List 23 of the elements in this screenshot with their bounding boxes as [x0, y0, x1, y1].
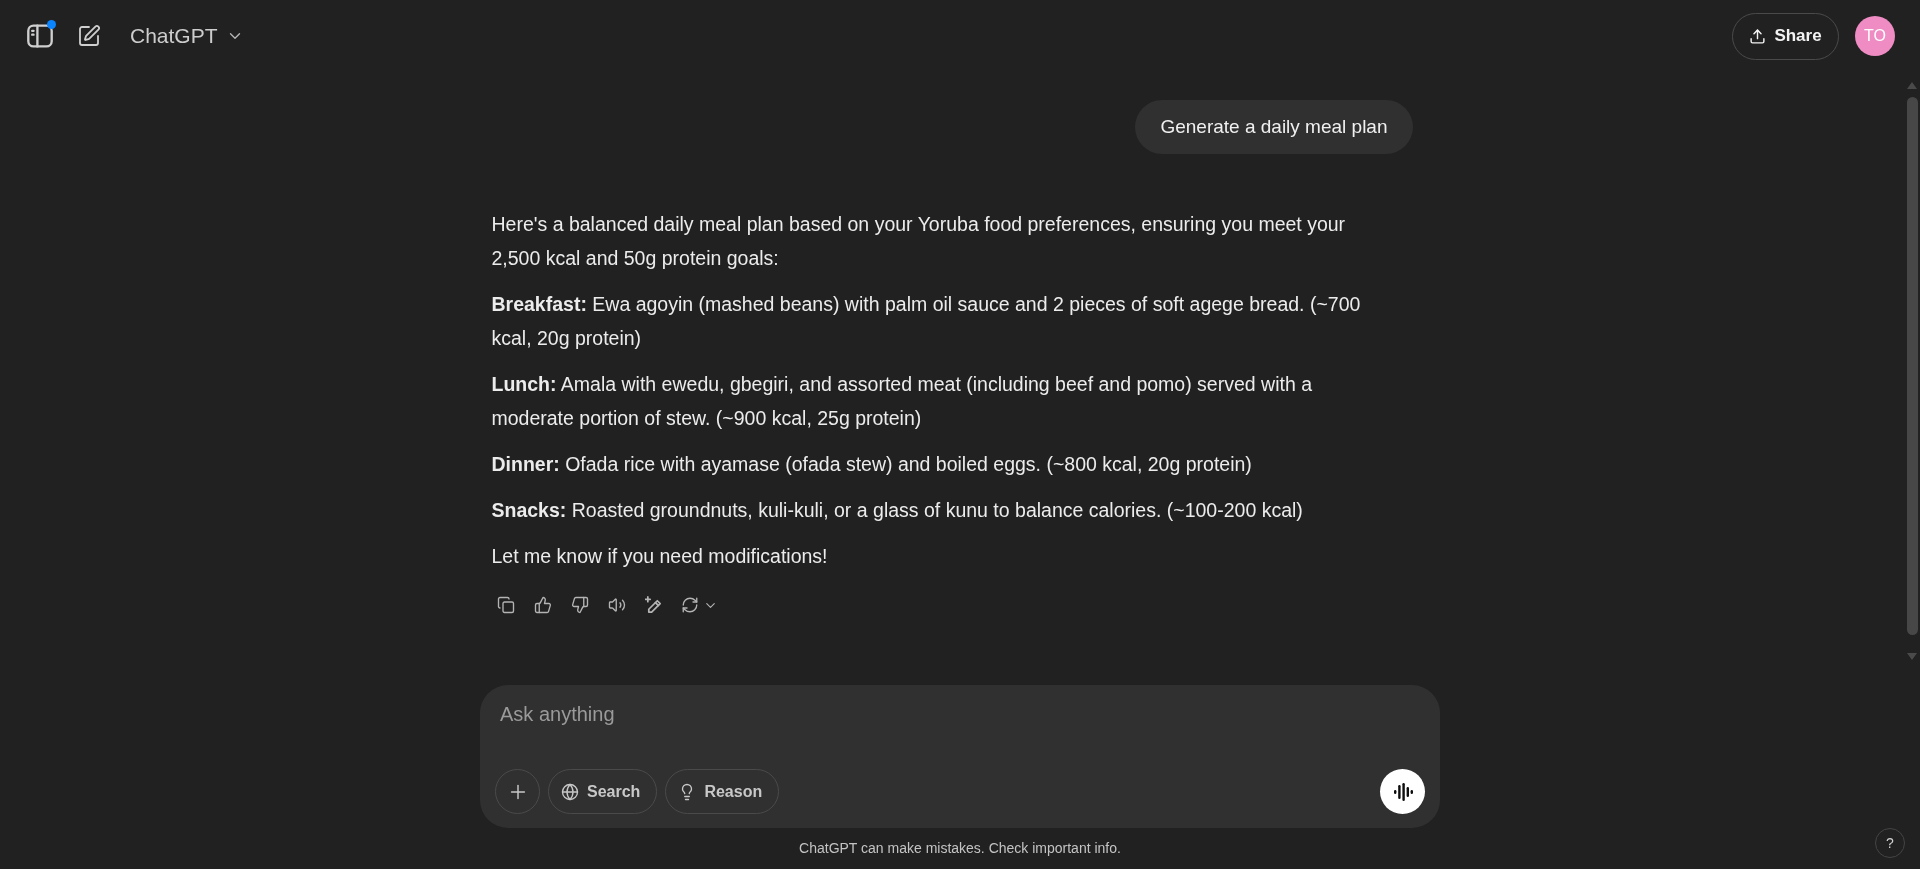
- pencil-square-icon: [77, 24, 101, 48]
- message-input[interactable]: Ask anything: [500, 701, 1425, 727]
- disclaimer-text: ChatGPT can make mistakes. Check important info.: [799, 839, 1121, 858]
- speaker-icon: [607, 596, 626, 614]
- response-paragraph: Breakfast: Ewa agoyin (mashed beans) with palm oil sauce and 2 pieces of soft agege bread. (~700 kcal, 20g protein): [491, 292, 1362, 351]
- thumbs-down-icon: [570, 596, 589, 614]
- copy-icon: [496, 596, 515, 614]
- voice-bars-icon: [1392, 782, 1413, 801]
- globe-icon: [561, 782, 579, 801]
- response-paragraph: Snacks: Roasted groundnuts, kuli-kuli, or a glass of kunu to balance calories. (~100-200 kcal): [491, 498, 1304, 523]
- scrollbar-thumb[interactable]: [1906, 97, 1918, 635]
- response-paragraph: Here's a balanced daily meal plan based on your Yoruba food preferences, ensuring you meet your 2,500 kcal and 50g protein goals:: [491, 212, 1347, 271]
- refresh-icon: [680, 596, 699, 614]
- model-selector[interactable]: ChatGPT: [130, 16, 250, 56]
- user-message-bubble: Generate a daily meal plan: [1135, 100, 1413, 154]
- response-paragraph: Dinner: Ofada rice with ayamase (ofada stew) and boiled eggs. (~800 kcal, 20g protein): [491, 452, 1253, 477]
- upload-icon: [1749, 27, 1767, 45]
- voice-mode-button[interactable]: [1380, 769, 1425, 814]
- thumbs-up-icon: [533, 596, 552, 614]
- sidebar-toggle-icon: [27, 23, 53, 49]
- pencil-sparkle-icon: [644, 596, 663, 614]
- response-paragraph: Lunch: Amala with ewedu, gbegiri, and assorted meat (including beef and pomo) served with a moderate portion of stew. (~900 kcal, 25g protein): [491, 372, 1313, 431]
- response-paragraph: Let me know if you need modifications!: [491, 544, 829, 569]
